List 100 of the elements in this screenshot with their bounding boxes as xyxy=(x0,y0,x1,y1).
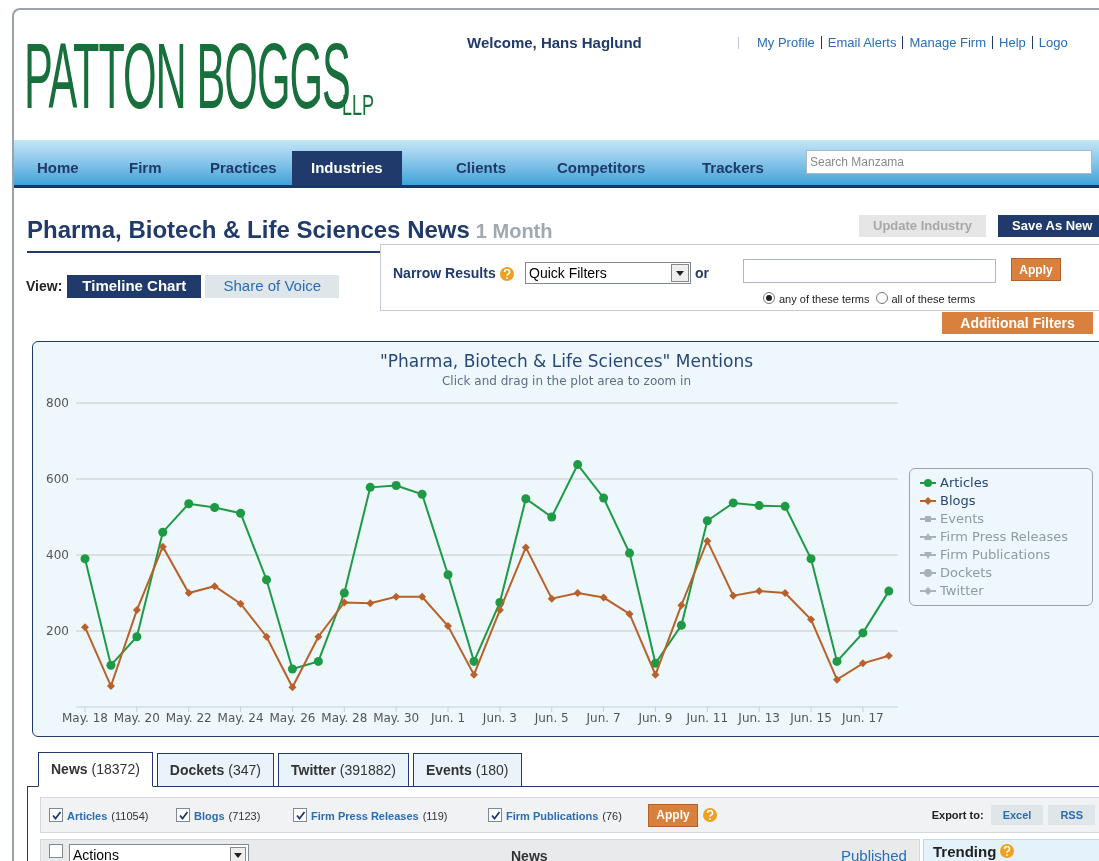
data-point-marker xyxy=(469,670,478,679)
view-toggle[interactable]: Share of Voice xyxy=(205,275,340,298)
data-point-marker xyxy=(443,570,453,580)
data-point-marker xyxy=(391,480,401,490)
legend-marker-icon xyxy=(920,514,936,524)
x-tick-label: Jun. 9 xyxy=(638,711,673,725)
apply-button[interactable]: Apply xyxy=(648,803,698,827)
source-label[interactable]: Firm Publications (76) xyxy=(506,807,622,825)
search-field[interactable]: Search Manzama xyxy=(806,150,1092,174)
action-button[interactable]: Save As New xyxy=(998,215,1099,237)
terms-field[interactable] xyxy=(743,259,996,283)
quick-filter-select[interactable]: Quick Filters xyxy=(525,262,691,284)
x-tick-label: Jun. 7 xyxy=(586,711,621,725)
data-point-marker xyxy=(210,503,220,512)
legend-marker-icon xyxy=(920,532,936,542)
checkbox[interactable] xyxy=(49,808,63,822)
radio-label: any of these terms xyxy=(779,292,870,307)
y-tick-label: 800 xyxy=(46,396,69,410)
column-header-link[interactable]: Published xyxy=(841,845,907,861)
data-point-marker xyxy=(547,512,557,522)
nav-tab[interactable]: Trackers xyxy=(683,151,783,185)
data-point-marker xyxy=(132,606,141,615)
legend-marker-icon xyxy=(920,586,936,596)
view-toggle[interactable]: Timeline Chart xyxy=(67,275,202,298)
top-link[interactable]: Manage Firm xyxy=(909,33,986,53)
data-point-marker xyxy=(832,675,841,684)
data-point-marker xyxy=(236,599,245,608)
tab[interactable]: Events (180) xyxy=(412,753,522,787)
period-label: 1 Month xyxy=(475,219,553,244)
welcome-text: Welcome, Hans Haglund xyxy=(467,33,642,53)
data-point-marker xyxy=(417,489,427,499)
x-tick-label: May. 18 xyxy=(62,711,108,725)
nav-tab[interactable]: Clients xyxy=(437,151,525,185)
data-point-marker xyxy=(884,651,893,660)
chart-subtitle: Click and drag in the plot area to zoom in xyxy=(440,373,693,390)
nav-tab[interactable]: Home xyxy=(18,151,98,185)
radio-button[interactable] xyxy=(875,291,888,304)
x-tick-label: Jun. 13 xyxy=(738,711,780,725)
legend-marker-icon xyxy=(920,568,936,578)
apply-button[interactable]: Apply xyxy=(1011,258,1061,281)
y-tick-label: 200 xyxy=(46,624,69,638)
column-header: News xyxy=(511,847,548,861)
data-point-marker xyxy=(625,609,634,618)
additional-filters-button[interactable]: Additional Filters xyxy=(942,312,1093,334)
tab[interactable]: Twitter (391882) xyxy=(278,753,409,787)
data-point-marker xyxy=(858,628,868,638)
checkbox[interactable] xyxy=(488,808,502,822)
top-link[interactable]: Logo xyxy=(1038,33,1068,53)
x-tick-label: Jun. 3 xyxy=(482,711,517,725)
top-link[interactable]: Help xyxy=(999,33,1026,53)
source-label[interactable]: Firm Press Releases (119) xyxy=(311,807,448,825)
data-point-marker xyxy=(287,664,297,674)
data-point-marker xyxy=(676,620,686,630)
y-tick-label: 600 xyxy=(46,472,69,486)
checkbox[interactable] xyxy=(176,808,190,822)
radio-label: all of these terms xyxy=(891,292,976,307)
nav-tab[interactable]: Competitors xyxy=(538,151,665,185)
data-point-marker xyxy=(106,682,115,691)
legend-label: Articles xyxy=(940,474,989,493)
top-link[interactable]: My Profile xyxy=(757,33,815,53)
data-point-marker xyxy=(236,508,246,518)
y-tick-label: 400 xyxy=(46,548,69,562)
nav-tab[interactable]: Industries xyxy=(292,151,402,185)
data-point-marker xyxy=(625,548,635,558)
data-point-marker xyxy=(262,575,271,585)
page-title: Pharma, Biotech & Life Sciences News xyxy=(27,215,470,245)
radio-button[interactable] xyxy=(763,291,775,304)
x-tick-label: May. 24 xyxy=(217,711,264,725)
export-label: Export to: xyxy=(931,807,984,823)
x-tick-label: May. 30 xyxy=(373,711,420,725)
data-point-marker xyxy=(573,460,583,470)
dropdown-caret-icon[interactable] xyxy=(671,264,689,282)
legend-item[interactable]: Blogs xyxy=(920,492,1082,510)
data-point-marker xyxy=(365,482,375,492)
data-point-marker xyxy=(599,493,609,503)
checkbox[interactable] xyxy=(49,844,63,858)
data-point-marker xyxy=(210,582,219,591)
data-point-marker xyxy=(313,656,323,666)
export-button[interactable]: RSS xyxy=(1048,805,1095,825)
nav-tab[interactable]: Firm xyxy=(110,151,181,185)
data-point-marker xyxy=(81,623,89,632)
x-tick-label: May. 28 xyxy=(321,711,368,725)
data-point-marker xyxy=(884,586,894,596)
data-point-marker xyxy=(339,588,349,598)
source-label[interactable]: Blogs (7123) xyxy=(194,807,261,825)
export-button[interactable]: Excel xyxy=(990,805,1044,825)
tab[interactable]: Dockets (347) xyxy=(156,753,274,787)
legend-item[interactable]: Articles xyxy=(920,474,1082,492)
data-point-marker xyxy=(728,498,738,508)
data-point-marker xyxy=(418,592,427,601)
data-point-marker xyxy=(444,622,452,631)
legend-marker-icon xyxy=(920,550,936,560)
data-point-marker xyxy=(599,593,608,602)
tab[interactable]: News (18372) xyxy=(38,752,153,787)
data-point-marker xyxy=(132,632,142,642)
source-label[interactable]: Articles (11054) xyxy=(67,807,149,825)
checkbox[interactable] xyxy=(293,808,307,822)
dropdown-caret-icon[interactable] xyxy=(230,847,246,861)
top-link[interactable]: Email Alerts xyxy=(827,33,897,53)
actions-select[interactable]: Actions xyxy=(69,844,249,861)
